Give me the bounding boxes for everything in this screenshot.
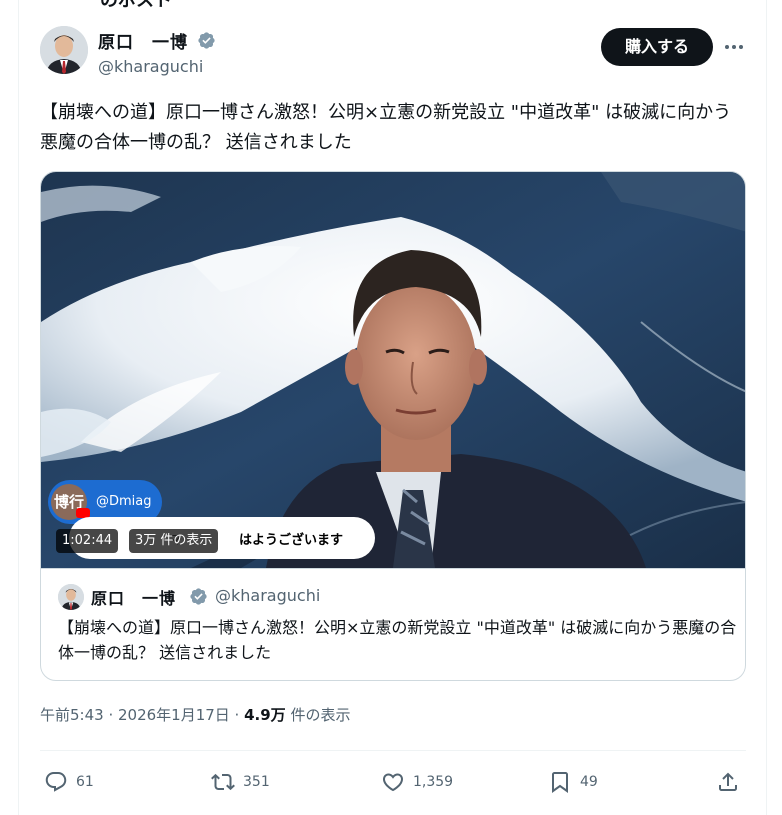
repost-count: 351 bbox=[243, 774, 270, 790]
tweet-text: 【崩壊への道】原口一博さん激怒！公明×立憲の新党設立 "中道改革" は破滅に向か… bbox=[40, 102, 732, 153]
avatar-portrait bbox=[40, 26, 88, 74]
page-header-title: のポスト bbox=[100, 0, 172, 11]
share-button[interactable] bbox=[716, 764, 748, 800]
chat-text: はようございます bbox=[239, 533, 344, 548]
quoted-display-name: 原口 一博 bbox=[91, 589, 177, 608]
video-card[interactable]: 博行 @Dmiag マ はようございます 1:02:44 3万 件の表示 bbox=[40, 171, 746, 681]
author-row: 原口 一博 @kharaguchi 購入する bbox=[40, 20, 746, 82]
reply-button[interactable]: 61 bbox=[44, 764, 94, 800]
author-display-name[interactable]: 原口 一博 bbox=[98, 28, 188, 53]
more-icon[interactable] bbox=[721, 34, 747, 60]
reply-count: 61 bbox=[76, 774, 94, 790]
heart-icon bbox=[382, 773, 404, 792]
like-button[interactable]: 1,359 bbox=[381, 764, 453, 800]
like-count: 1,359 bbox=[413, 774, 454, 790]
author-handle[interactable]: @kharaguchi bbox=[98, 57, 216, 76]
repost-icon bbox=[211, 773, 235, 791]
share-icon bbox=[719, 772, 737, 791]
reply-icon bbox=[45, 772, 67, 792]
quoted-handle: @kharaguchi bbox=[215, 586, 321, 605]
tweet-meta: 午前5:43 · 2026年1月17日 · 4.9万 件の表示 bbox=[40, 704, 350, 725]
bookmark-count: 49 bbox=[580, 774, 598, 790]
video-player[interactable]: 博行 @Dmiag マ はようございます 1:02:44 3万 件の表示 bbox=[41, 172, 745, 568]
quoted-verified-icon bbox=[190, 588, 207, 605]
divider bbox=[40, 750, 746, 751]
left-border bbox=[18, 0, 19, 815]
quoted-avatar-portrait bbox=[58, 584, 84, 610]
bookmark-button[interactable]: 49 bbox=[548, 764, 598, 800]
tweet-view-label: 件の表示 bbox=[285, 706, 351, 724]
verified-badge-icon bbox=[198, 32, 215, 49]
buy-button[interactable]: 購入する bbox=[601, 28, 713, 66]
tweet-view-count: 4.9万 bbox=[244, 706, 286, 724]
live-handle: @Dmiag bbox=[96, 494, 152, 509]
tweet-timestamp[interactable]: 午前5:43 · 2026年1月17日 · bbox=[40, 706, 244, 724]
engagement-bar: 61 351 1,359 49 bbox=[40, 764, 746, 800]
bookmark-icon bbox=[552, 772, 568, 793]
quoted-text: 【崩壊への道】原口一博さん激怒！公明×立憲の新党設立 "中道改革" は破滅に向か… bbox=[58, 618, 737, 662]
video-views: 3万 件の表示 bbox=[129, 529, 219, 553]
repost-button[interactable]: 351 bbox=[211, 764, 270, 800]
author-avatar[interactable] bbox=[40, 26, 88, 74]
right-border bbox=[766, 0, 767, 815]
video-duration: 1:02:44 bbox=[56, 529, 119, 553]
author-name-block: 原口 一博 @kharaguchi bbox=[98, 28, 216, 76]
quoted-tweet[interactable]: 原口 一博 @kharaguchi 【崩壊への道】原口一博さん激怒！公明×立憲の… bbox=[41, 568, 745, 680]
quoted-avatar bbox=[58, 584, 84, 610]
